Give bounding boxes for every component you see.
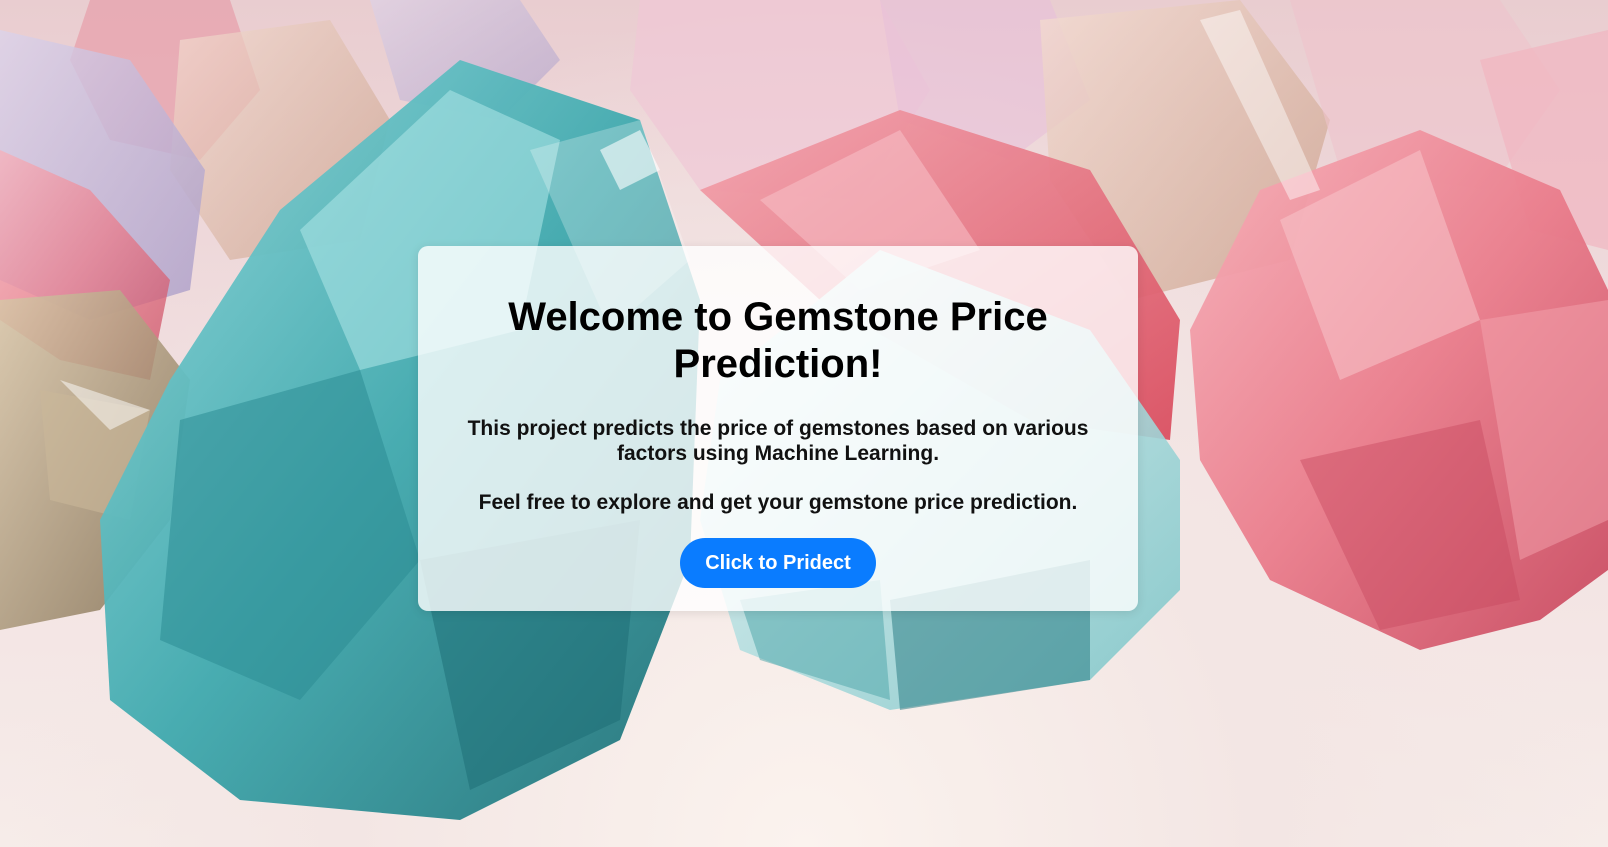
invite-text: Feel free to explore and get your gemsto… [478, 491, 1078, 514]
predict-button[interactable]: Click to Pridect [680, 538, 876, 588]
welcome-card: Welcome to Gemstone Price Prediction! Th… [418, 246, 1138, 611]
page-title: Welcome to Gemstone Price Prediction! [508, 295, 1048, 386]
page: Welcome to Gemstone Price Prediction! Th… [0, 0, 1608, 847]
project-description: This project predicts the price of gemst… [467, 417, 1089, 465]
